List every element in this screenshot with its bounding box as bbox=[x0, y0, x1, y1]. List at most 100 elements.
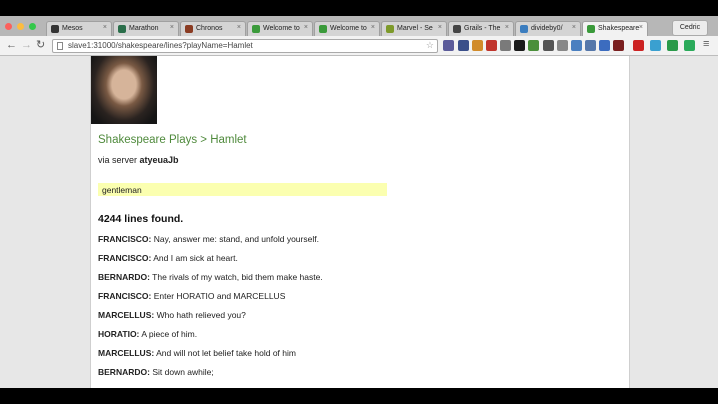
extension-jb-icon[interactable] bbox=[571, 40, 582, 51]
server-name: atyeuaJb bbox=[139, 155, 179, 165]
breadcrumb[interactable]: Shakespeare Plays > Hamlet bbox=[98, 134, 247, 146]
browser-toolbar: ← → ↻ slave1:31000/shakespeare/lines?pla… bbox=[0, 36, 718, 56]
page-icon bbox=[57, 42, 63, 50]
close-tab-icon[interactable]: × bbox=[170, 24, 174, 31]
server-prefix: via server bbox=[98, 155, 138, 165]
marvel-favicon-icon bbox=[386, 25, 394, 33]
close-tab-icon[interactable]: × bbox=[639, 24, 643, 31]
line-text: Enter HORATIO and MARCELLUS bbox=[153, 291, 286, 301]
line-item: HORATIO: A piece of him. bbox=[98, 329, 197, 339]
github-favicon-icon bbox=[520, 25, 528, 33]
tab-label: Welcome to bbox=[263, 25, 300, 32]
line-text: And I am sick at heart. bbox=[153, 253, 238, 263]
tab-welcome-2[interactable]: Welcome to × bbox=[314, 21, 380, 36]
extension-y-icon[interactable] bbox=[667, 40, 678, 51]
tab-label: Grails - The bbox=[464, 25, 501, 32]
speaker: FRANCISCO: bbox=[98, 234, 152, 244]
line-item: FRANCISCO: Enter HORATIO and MARCELLUS bbox=[98, 291, 285, 301]
extension-face-icon[interactable] bbox=[472, 40, 483, 51]
menu-icon[interactable]: ≡ bbox=[703, 38, 709, 50]
line-text: Nay, answer me: stand, and unfold yourse… bbox=[153, 234, 319, 244]
extension-stack-icon[interactable] bbox=[458, 40, 469, 51]
minimize-window-icon[interactable] bbox=[17, 23, 24, 30]
address-bar[interactable]: slave1:31000/shakespeare/lines?playName=… bbox=[52, 39, 438, 53]
line-text: Sit down awhile; bbox=[152, 367, 214, 377]
tab-marathon[interactable]: Marathon × bbox=[113, 21, 179, 36]
extension-feather-icon[interactable] bbox=[443, 40, 454, 51]
result-count: 4244 lines found. bbox=[98, 213, 184, 225]
close-tab-icon[interactable]: × bbox=[103, 24, 107, 31]
speaker: FRANCISCO: bbox=[98, 253, 152, 263]
extension-power-icon[interactable] bbox=[543, 40, 554, 51]
tab-label: Welcome to bbox=[330, 25, 367, 32]
search-input[interactable] bbox=[98, 183, 387, 196]
page-content: Shakespeare Plays > Hamlet via server at… bbox=[90, 56, 630, 388]
tab-mesos[interactable]: Mesos × bbox=[46, 21, 112, 36]
marathon-favicon-icon bbox=[118, 25, 126, 33]
tab-chronos[interactable]: Chronos × bbox=[180, 21, 246, 36]
speaker: BERNARDO: bbox=[98, 272, 150, 282]
extension-sync-icon[interactable] bbox=[684, 40, 695, 51]
line-item: FRANCISCO: Nay, answer me: stand, and un… bbox=[98, 234, 319, 244]
tab-divideby0[interactable]: divideby0/ × bbox=[515, 21, 581, 36]
tab-marvel[interactable]: Marvel - Se × bbox=[381, 21, 447, 36]
back-arrow-icon[interactable]: ← bbox=[6, 39, 17, 51]
forward-arrow-icon[interactable]: → bbox=[21, 39, 32, 51]
speaker: MARCELLUS: bbox=[98, 310, 155, 320]
extension-leaf-icon[interactable] bbox=[528, 40, 539, 51]
line-text: A piece of him. bbox=[141, 329, 198, 339]
mesos-favicon-icon bbox=[51, 25, 59, 33]
speaker: MARCELLUS: bbox=[98, 348, 155, 358]
extension-cloud-icon[interactable] bbox=[500, 40, 511, 51]
tab-label: Mesos bbox=[62, 25, 83, 32]
close-tab-icon[interactable]: × bbox=[438, 24, 442, 31]
tab-label: Chronos bbox=[196, 25, 223, 32]
extension-lastpass-icon[interactable] bbox=[486, 40, 497, 51]
extension-gift-icon[interactable] bbox=[613, 40, 624, 51]
tab-grails[interactable]: Grails - The × bbox=[448, 21, 514, 36]
close-tab-icon[interactable]: × bbox=[505, 24, 509, 31]
tab-label: Shakespeare bbox=[598, 25, 640, 32]
line-text: Who hath relieved you? bbox=[156, 310, 246, 320]
extension-bird-icon[interactable] bbox=[650, 40, 661, 51]
globe-favicon-icon bbox=[587, 25, 595, 33]
line-item: BERNARDO: The rivals of my watch, bid th… bbox=[98, 272, 323, 282]
line-text: The rivals of my watch, bid them make ha… bbox=[152, 272, 323, 282]
tab-shakespeare[interactable]: Shakespeare × bbox=[582, 21, 648, 36]
chronos-favicon-icon bbox=[185, 25, 193, 33]
globe-favicon-icon bbox=[252, 25, 260, 33]
line-item: MARCELLUS: Who hath relieved you? bbox=[98, 310, 246, 320]
close-window-icon[interactable] bbox=[5, 23, 12, 30]
tab-label: Marvel - Se bbox=[397, 25, 433, 32]
tab-label: Marathon bbox=[129, 25, 159, 32]
browser-window: Mesos × Marathon × Chronos × Welcome to … bbox=[0, 16, 718, 388]
extension-stop-icon[interactable] bbox=[633, 40, 644, 51]
extension-shield-icon[interactable] bbox=[585, 40, 596, 51]
close-tab-icon[interactable]: × bbox=[371, 24, 375, 31]
close-tab-icon[interactable]: × bbox=[237, 24, 241, 31]
tab-welcome-1[interactable]: Welcome to × bbox=[247, 21, 313, 36]
server-info: via server atyeuaJb bbox=[98, 155, 179, 165]
zoom-window-icon[interactable] bbox=[29, 23, 36, 30]
close-tab-icon[interactable]: × bbox=[572, 24, 576, 31]
extension-box-icon[interactable] bbox=[514, 40, 525, 51]
speaker: HORATIO: bbox=[98, 329, 140, 339]
tab-strip: Mesos × Marathon × Chronos × Welcome to … bbox=[0, 16, 718, 36]
shakespeare-portrait bbox=[91, 56, 157, 124]
line-item: MARCELLUS: And will not let belief take … bbox=[98, 348, 296, 358]
line-item: BERNARDO: Sit down awhile; bbox=[98, 367, 214, 377]
tab-label: divideby0/ bbox=[531, 25, 563, 32]
line-text: And will not let belief take hold of him bbox=[156, 348, 296, 358]
line-item: FRANCISCO: And I am sick at heart. bbox=[98, 253, 238, 263]
reload-icon[interactable]: ↻ bbox=[36, 39, 45, 51]
grails-favicon-icon bbox=[453, 25, 461, 33]
speaker: FRANCISCO: bbox=[98, 291, 152, 301]
extension-people-icon[interactable] bbox=[599, 40, 610, 51]
url-text[interactable]: slave1:31000/shakespeare/lines?playName=… bbox=[68, 41, 253, 50]
close-tab-icon[interactable]: × bbox=[304, 24, 308, 31]
globe-favicon-icon bbox=[319, 25, 327, 33]
bookmark-star-icon[interactable]: ☆ bbox=[426, 40, 434, 51]
extension-reader-icon[interactable] bbox=[557, 40, 568, 51]
profile-button[interactable]: Cedric bbox=[672, 20, 708, 36]
speaker: BERNARDO: bbox=[98, 367, 150, 377]
